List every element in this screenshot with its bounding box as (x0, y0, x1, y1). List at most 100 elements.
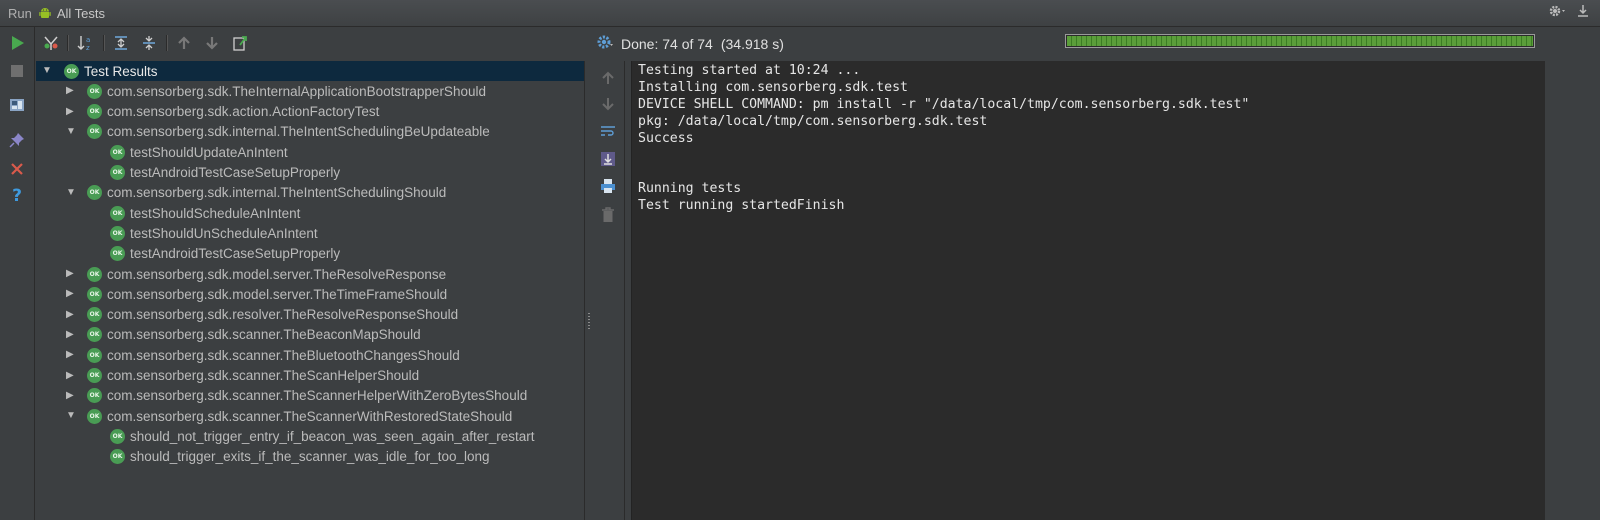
expand-arrow-down-icon[interactable]: ▼ (66, 411, 76, 421)
expand-arrow-right-icon[interactable]: ▶ (66, 370, 76, 381)
console-toolbar (594, 61, 625, 520)
tree-row-label: com.sensorberg.sdk.scanner.TheBluetoothC… (107, 347, 460, 363)
tree-row-label: com.sensorberg.sdk.internal.TheIntentSch… (107, 124, 490, 140)
console-line: DEVICE SHELL COMMAND: pm install -r "/da… (638, 96, 1250, 112)
soft-wrap-icon[interactable] (597, 120, 619, 142)
next-failed-test-icon[interactable] (201, 32, 223, 54)
test-class-row[interactable]: ▶ OK com.sensorberg.sdk.TheInternalApplica… (36, 81, 584, 101)
expand-arrow-right-icon[interactable]: ▶ (66, 106, 76, 117)
expand-arrow-down-icon[interactable]: ▼ (42, 66, 52, 76)
close-icon[interactable] (6, 158, 28, 180)
tree-row-label: testAndroidTestCaseSetupProperly (130, 246, 341, 262)
expand-arrow-right-icon[interactable]: ▶ (66, 329, 76, 340)
svg-text:z: z (86, 44, 90, 52)
pin-icon[interactable] (6, 129, 28, 151)
expand-arrow-right-icon[interactable]: ▶ (66, 350, 76, 360)
help-icon[interactable]: ? (6, 185, 28, 207)
run-side-toolbar: ? (0, 27, 35, 520)
tree-row-label: testShouldUnScheduleAnIntent (130, 225, 318, 241)
android-icon (39, 8, 51, 18)
test-class-row[interactable]: ▼ OK com.sensorberg.sdk.internal.TheIntent… (36, 122, 584, 142)
tree-root-test-results[interactable]: ▼ OK Test Results (36, 61, 584, 81)
tree-row-label: com.sensorberg.sdk.scanner.TheBeaconMapS… (107, 327, 421, 343)
passed-badge-icon: OK (87, 307, 102, 323)
passed-badge-icon: OK (87, 388, 102, 404)
previous-failed-test-icon[interactable] (173, 32, 195, 54)
test-class-row[interactable]: ▼ OK com.sensorberg.sdk.internal.TheIntent… (36, 183, 584, 203)
duration-text: (34.918 s) (720, 35, 784, 52)
test-method-row[interactable]: OK should_not_trigger_entry_if_beacon_was… (36, 426, 584, 446)
test-method-row[interactable]: OK should_trigger_exits_if_the_scanner_wa… (36, 447, 584, 467)
expand-arrow-right-icon[interactable]: ▶ (66, 86, 76, 96)
expand-arrow-down-icon[interactable]: ▼ (66, 187, 76, 198)
collapse-all-icon[interactable] (138, 32, 160, 54)
run-config-name: All Tests (56, 5, 106, 21)
expand-arrow-right-icon[interactable]: ▶ (66, 309, 76, 320)
run-window-titlebar: Run All Tests (0, 0, 1600, 27)
test-class-row[interactable]: ▶ OK com.sensorberg.sdk.action.ActionFacto… (36, 102, 584, 122)
tree-row-label: testShouldUpdateAnIntent (130, 144, 288, 160)
expand-arrow-right-icon[interactable]: ▶ (66, 289, 76, 299)
console-line: Test running startedFinish (638, 198, 845, 214)
passed-badge-icon: OK (87, 347, 102, 363)
test-class-row[interactable]: ▶ OK com.sensorberg.sdk.model.server.TheTi… (36, 284, 584, 304)
test-class-row[interactable]: ▶ OK com.sensorberg.sdk.scanner.TheBluetoo… (36, 345, 584, 365)
expand-all-icon[interactable] (110, 32, 132, 54)
passed-badge-icon: OK (87, 266, 102, 282)
test-class-row[interactable]: ▶ OK com.sensorberg.sdk.model.server.TheRe… (36, 264, 584, 284)
console-line: Testing started at 10:24 ... (638, 63, 861, 78)
tree-row-label: com.sensorberg.sdk.action.ActionFactoryT… (107, 104, 380, 120)
filter-icon[interactable] (40, 32, 62, 54)
console-output[interactable]: Testing started at 10:24 ... Installing c… (631, 61, 1545, 520)
stop-icon[interactable] (6, 60, 28, 82)
tree-row-label: com.sensorberg.sdk.resolver.TheResolveRe… (107, 307, 459, 323)
passed-badge-icon: OK (110, 225, 125, 241)
test-progress-bar (1065, 34, 1535, 48)
test-method-row[interactable]: OK testAndroidTestCaseSetupProperly (36, 244, 584, 264)
tree-row-label: testShouldScheduleAnIntent (130, 205, 301, 221)
tree-row-label: com.sensorberg.sdk.TheInternalApplicatio… (107, 83, 486, 99)
passed-badge-icon: OK (110, 449, 125, 465)
run-icon[interactable] (6, 32, 28, 54)
console-line: pkg: /data/local/tmp/com.sensorberg.sdk.… (638, 113, 988, 129)
test-method-row[interactable]: OK testShouldScheduleAnIntent (36, 203, 584, 223)
console-line: Installing com.sensorberg.sdk.test (638, 79, 908, 95)
tree-row-label: should_trigger_exits_if_the_scanner_was_… (130, 449, 490, 465)
console-line: Running tests (638, 181, 742, 197)
settings-gear-icon[interactable] (595, 33, 613, 54)
gear-icon[interactable] (1548, 4, 1568, 21)
splitter[interactable] (585, 61, 593, 520)
passed-badge-icon: OK (87, 124, 102, 140)
expand-arrow-right-icon[interactable]: ▶ (66, 390, 76, 401)
up-arrow-icon[interactable] (597, 67, 619, 89)
passed-badge-icon: OK (110, 428, 125, 444)
export-test-results-icon[interactable] (229, 32, 251, 54)
passed-badge-icon: OK (110, 205, 125, 221)
test-class-row[interactable]: ▼ OK com.sensorberg.sdk.scanner.TheScanner… (36, 406, 584, 426)
tree-row-label: testAndroidTestCaseSetupProperly (130, 165, 341, 180)
tree-row-label: Test Results (84, 63, 158, 79)
passed-badge-icon: OK (87, 185, 102, 201)
sort-alphabetically-icon[interactable]: az (75, 32, 97, 54)
passed-badge-icon: OK (87, 408, 102, 424)
run-label: Run (8, 5, 32, 21)
tree-row-label: com.sensorberg.sdk.scanner.TheScannerHel… (107, 388, 528, 404)
print-icon[interactable] (597, 175, 619, 197)
down-arrow-icon[interactable] (597, 93, 619, 115)
test-method-row[interactable]: OK testShouldUnScheduleAnIntent (36, 223, 584, 243)
expand-arrow-down-icon[interactable]: ▼ (66, 126, 76, 137)
test-class-row[interactable]: ▶ OK com.sensorberg.sdk.resolver.TheResolv… (36, 305, 584, 325)
test-results-tree[interactable]: ▼ OK Test Results ▶ OK com.sensorberg.sdk.The… (36, 61, 585, 520)
expand-arrow-right-icon[interactable]: ▶ (66, 269, 76, 279)
test-class-row[interactable]: ▶ OK com.sensorberg.sdk.scanner.TheScanner… (36, 386, 584, 406)
clear-all-icon[interactable] (597, 204, 619, 226)
passed-badge-icon: OK (110, 144, 125, 160)
layout-icon[interactable] (6, 94, 28, 116)
test-runner-toolbar: az Done: 74 of 74 (34.918 s) (35, 27, 1600, 59)
test-method-row[interactable]: OK testAndroidTestCaseSetupProperly (36, 163, 584, 183)
scroll-to-end-icon[interactable] (597, 148, 619, 170)
test-class-row[interactable]: ▶ OK com.sensorberg.sdk.scanner.TheScanHel… (36, 366, 584, 386)
download-icon[interactable] (1576, 4, 1590, 21)
test-method-row[interactable]: OK testShouldUpdateAnIntent (36, 142, 584, 162)
test-class-row[interactable]: ▶ OK com.sensorberg.sdk.scanner.TheBeaconM… (36, 325, 584, 345)
